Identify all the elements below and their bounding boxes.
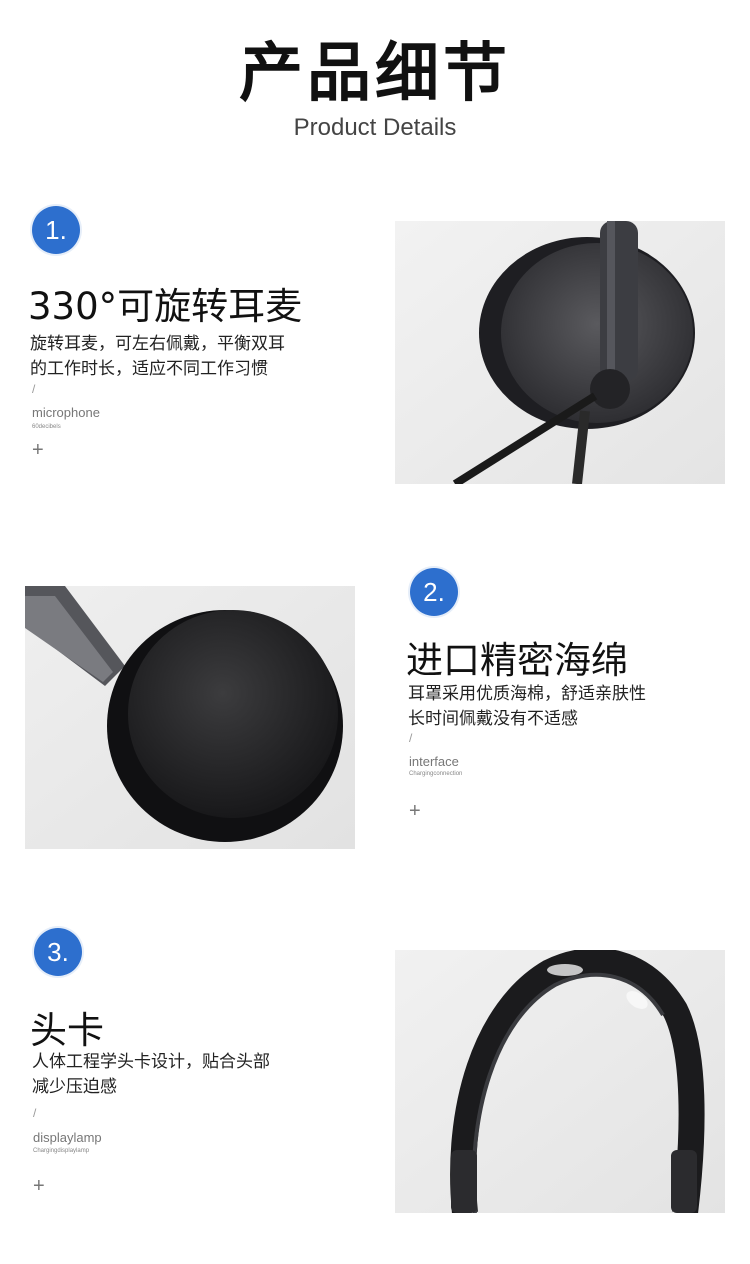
rotating-mic-earcup-photo xyxy=(395,221,725,484)
feature-1-number-badge: 1. xyxy=(32,206,80,254)
feature-2-heading: 进口精密海绵 xyxy=(406,639,628,682)
feature-2-desc-line-2: 长时间佩戴没有不适感 xyxy=(408,709,578,729)
foam-earcup-photo xyxy=(25,586,355,849)
feature-1-plus-icon: + xyxy=(32,439,44,461)
feature-2-en-small: Chargingconnection xyxy=(409,771,463,777)
feature-1-desc-line-2: 的工作时长，适应不同工作习惯 xyxy=(30,359,268,379)
feature-3-heading: 头卡 xyxy=(30,1009,104,1052)
feature-1-slash: / xyxy=(32,382,36,396)
feature-3-plus-icon: + xyxy=(33,1175,45,1197)
feature-3-desc-line-2: 减少压迫感 xyxy=(32,1077,117,1097)
feature-2-slash: / xyxy=(409,731,413,745)
feature-3-desc-line-1: 人体工程学头卡设计，贴合头部 xyxy=(32,1052,270,1072)
feature-1-description: 旋转耳麦，可左右佩戴，平衡双耳 的工作时长，适应不同工作习惯 xyxy=(30,332,285,382)
feature-1-heading: 330°可旋转耳麦 xyxy=(28,285,303,328)
feature-2-desc-line-1: 耳罩采用优质海棉，舒适亲肤性 xyxy=(408,684,646,704)
feature-2-plus-icon: + xyxy=(409,800,421,822)
feature-2-description: 耳罩采用优质海棉，舒适亲肤性 长时间佩戴没有不适感 xyxy=(408,682,646,732)
feature-2-number-badge: 2. xyxy=(410,568,458,616)
feature-1-en-label: microphone xyxy=(32,405,100,420)
feature-3-en-label: displaylamp xyxy=(33,1130,102,1145)
feature-3-slash: / xyxy=(33,1106,37,1120)
page-subtitle: Product Details xyxy=(293,114,457,141)
feature-3-description: 人体工程学头卡设计，贴合头部 减少压迫感 xyxy=(32,1050,270,1100)
feature-2-en-label: interface xyxy=(409,754,459,769)
feature-1-desc-line-1: 旋转耳麦，可左右佩戴，平衡双耳 xyxy=(30,334,285,354)
feature-3-number-badge: 3. xyxy=(34,928,82,976)
headband-photo xyxy=(395,950,725,1213)
feature-1-en-small: 60decibels xyxy=(32,424,61,430)
feature-3-en-small: Chargingdisplaylamp xyxy=(33,1148,90,1154)
page-title: 产品细节 xyxy=(239,37,511,111)
